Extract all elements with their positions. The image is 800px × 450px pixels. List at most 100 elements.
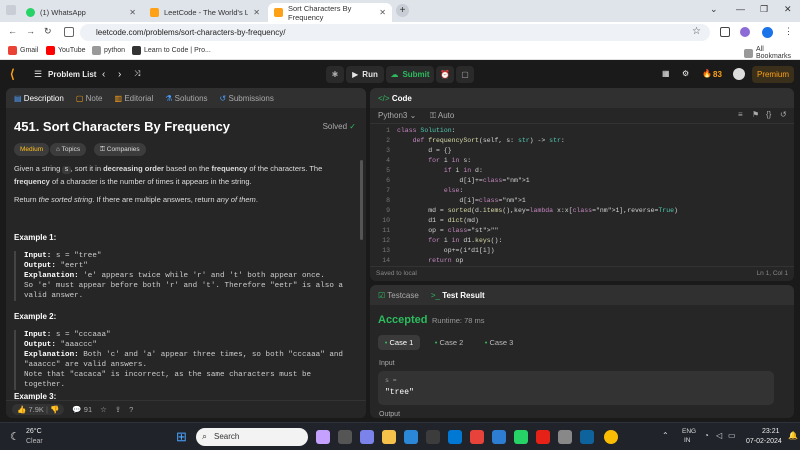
bookmark-youtube[interactable]: YouTube [46, 46, 86, 55]
layout-icon[interactable]: ▦ [662, 69, 670, 78]
bookmark-label: python [104, 47, 126, 54]
auto-toggle[interactable]: ⚿ Auto [430, 111, 454, 121]
region-indicator[interactable]: IN [684, 437, 691, 444]
vscode-icon[interactable] [580, 430, 594, 444]
edge-icon[interactable] [404, 430, 418, 444]
language-indicator[interactable]: ENG [682, 428, 696, 435]
task-view-icon[interactable] [338, 430, 352, 444]
whatsapp-icon[interactable] [514, 430, 528, 444]
code-editor[interactable]: 1 class Solution: 2 def frequencySort(self… [370, 126, 794, 266]
app-icon[interactable] [492, 430, 506, 444]
close-icon[interactable]: ✕ [379, 8, 386, 17]
reset-icon[interactable]: ↺ [780, 110, 787, 119]
format-icon[interactable]: ≡ [738, 110, 743, 119]
back-icon[interactable]: ← [8, 26, 17, 36]
tab-leetcode[interactable]: LeetCode - The World's Leadin ✕ [144, 3, 266, 22]
shuffle-icon[interactable]: ⤨ [134, 69, 140, 79]
run-button[interactable]: ▶ Run [346, 66, 384, 83]
case-3-tab[interactable]: • Case 3 [478, 335, 520, 350]
forward-icon[interactable]: → [26, 26, 35, 36]
clock-time[interactable]: 23:21 [762, 428, 780, 435]
companies-chip[interactable]: ⚿ Companies [94, 143, 146, 156]
volume-icon[interactable]: ◁ [716, 431, 722, 440]
tab-submissions[interactable]: ↺ Submissions [220, 94, 274, 103]
settings-icon[interactable]: ⚙ [682, 69, 689, 78]
all-bookmarks[interactable]: All Bookmarks [744, 46, 800, 60]
input-box[interactable]: s = "tree" [378, 371, 774, 405]
close-window-button[interactable]: ✕ [784, 4, 792, 15]
code-line: else: [443, 187, 464, 194]
next-problem-icon[interactable]: › [118, 69, 121, 80]
profile-icon[interactable] [740, 27, 750, 37]
case-1-tab[interactable]: • Case 1 [378, 335, 420, 350]
case-2-tab[interactable]: • Case 2 [428, 335, 470, 350]
code-tab[interactable]: </> Code [378, 94, 412, 103]
language-select[interactable]: Python3 ⌄ [378, 111, 416, 120]
app-icon[interactable] [558, 430, 572, 444]
reload-icon[interactable]: ↻ [44, 26, 52, 37]
youtube-icon[interactable] [536, 430, 550, 444]
leetcode-logo-icon[interactable]: ⟨ [10, 67, 15, 81]
temperature[interactable]: 26°C [26, 428, 42, 435]
like-button[interactable]: 👍 7.9K | 👎 [12, 404, 65, 415]
thumbs-down-icon[interactable]: 👎 [50, 405, 59, 414]
bookmark-learn-to-code[interactable]: Learn to Code | Pro... [132, 46, 211, 55]
submit-button[interactable]: ☁ Submit [386, 66, 434, 83]
wifi-icon[interactable]: ◔ [704, 431, 709, 440]
avatar[interactable] [733, 68, 745, 80]
premium-button[interactable]: Premium [752, 66, 794, 83]
timer-button[interactable]: ⏰ [436, 66, 454, 83]
tab-note[interactable]: ▢ Note [76, 94, 103, 103]
battery-icon[interactable]: ▭ [728, 431, 736, 440]
app-icon[interactable] [470, 430, 484, 444]
tab-description[interactable]: ▤ Description [14, 94, 64, 103]
url-input[interactable]: leetcode.com/problems/sort-characters-by… [80, 24, 710, 41]
comments-button[interactable]: 💬 91 [72, 405, 92, 414]
minimize-button[interactable]: — [736, 4, 745, 14]
help-icon[interactable]: ? [129, 405, 133, 414]
tab-list-button[interactable]: ⌄ [710, 4, 718, 15]
chevron-up-icon[interactable]: ⌃ [662, 431, 669, 440]
store-icon[interactable] [426, 430, 440, 444]
chrome-icon[interactable] [604, 430, 618, 444]
windows-start-icon[interactable]: ⊞ [176, 429, 187, 445]
share-icon[interactable]: ⇪ [115, 405, 121, 414]
weather-icon[interactable]: ☾ [10, 430, 20, 443]
tab-whatsapp[interactable]: (1) WhatsApp ✕ [20, 3, 142, 22]
close-icon[interactable]: ✕ [253, 8, 260, 17]
tab-search-icon[interactable] [6, 5, 16, 15]
avatar[interactable] [762, 27, 773, 38]
bookmark-gmail[interactable]: Gmail [8, 46, 38, 55]
clock-date[interactable]: 07-02-2024 [746, 438, 782, 445]
tab-testcase[interactable]: ☑ Testcase [378, 291, 419, 300]
problem-list-link[interactable]: Problem List [48, 70, 96, 79]
notification-icon[interactable]: 🔔 [788, 431, 798, 440]
debug-button[interactable]: ✱ [326, 66, 344, 83]
bookmark-icon[interactable]: ⚑ [752, 110, 759, 119]
mail-icon[interactable] [448, 430, 462, 444]
widgets-icon[interactable] [316, 430, 330, 444]
bookmark-python[interactable]: python [92, 46, 125, 55]
notes-button[interactable]: ▢ [456, 66, 474, 83]
tab-solutions[interactable]: ⚗ Solutions [165, 94, 207, 103]
scrollbar[interactable] [360, 160, 363, 240]
extensions-icon[interactable] [720, 27, 730, 37]
maximize-button[interactable]: ❐ [760, 4, 768, 15]
teams-icon[interactable] [360, 430, 374, 444]
site-info-icon[interactable] [64, 27, 74, 37]
menu-icon[interactable]: ⋮ [784, 26, 793, 37]
tab-test-result[interactable]: >_ Test Result [431, 291, 485, 300]
prev-problem-icon[interactable]: ‹ [102, 69, 105, 80]
close-icon[interactable]: ✕ [129, 8, 136, 17]
star-icon[interactable]: ☆ [692, 26, 701, 37]
topics-chip[interactable]: ⌂ Topics [50, 143, 87, 156]
tab-editorial[interactable]: ▥ Editorial [115, 94, 154, 103]
file-explorer-icon[interactable] [382, 430, 396, 444]
star-icon[interactable]: ☆ [100, 405, 107, 414]
streak-count[interactable]: 83 [713, 70, 722, 79]
tab-sort-characters[interactable]: Sort Characters By Frequency ✕ [268, 3, 392, 22]
weather-condition[interactable]: Clear [26, 438, 43, 445]
taskbar-search[interactable]: ⌕ Search [196, 428, 308, 446]
braces-icon[interactable]: {} [766, 110, 771, 119]
new-tab-button[interactable]: + [396, 4, 409, 17]
